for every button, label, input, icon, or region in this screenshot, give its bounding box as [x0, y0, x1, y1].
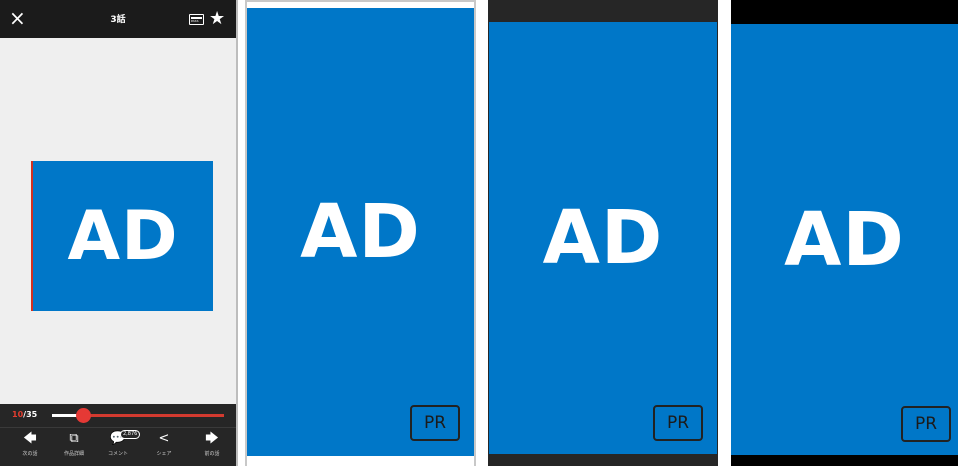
share-label: シェア: [156, 451, 172, 457]
comment-count-badge: 2,876: [120, 430, 141, 439]
favorite-star-icon[interactable]: ★: [209, 8, 225, 30]
pr-badge: PR: [901, 406, 951, 442]
fullscreen-ad-2[interactable]: AD PR: [489, 22, 717, 454]
divider: [0, 427, 236, 428]
page-slider-track[interactable]: [52, 408, 224, 423]
inline-ad-banner[interactable]: AD: [31, 161, 213, 311]
arrow-right-icon: 🡆: [205, 431, 219, 446]
current-page: 10: [12, 410, 24, 419]
share-icon: <: [158, 431, 170, 446]
fullscreen-ad-1[interactable]: AD PR: [247, 8, 474, 456]
ad-label: AD: [67, 196, 179, 276]
next-episode-button[interactable]: 🡄 次の話: [8, 432, 52, 462]
next-episode-label: 次の話: [22, 451, 38, 457]
share-button[interactable]: < シェア: [142, 432, 186, 462]
document-search-icon: ⧉: [69, 431, 79, 446]
fullscreen-ad-panel-1: AD PR: [245, 0, 476, 466]
ad-label: AD: [300, 189, 421, 275]
total-pages: /35: [23, 410, 38, 419]
page-slider-row: 10/35: [0, 404, 236, 426]
previous-episode-button[interactable]: 🡆 前の話: [190, 432, 234, 462]
fullscreen-ad-panel-2: AD PR: [488, 0, 718, 466]
arrow-left-icon: 🡄: [23, 431, 37, 446]
reader-bottom-bar: 10/35 🡄 次の話 ⧉ 作品詳細 💬 2,876 コメント < シェア 🡆 …: [0, 404, 236, 466]
reader-top-bar: × 3話 PASS ★: [0, 0, 236, 38]
reader-panel: × 3話 PASS ★ AD 10/35 🡄 次の話 ⧉ 作品詳細 💬 2,87…: [0, 0, 238, 466]
pass-icon[interactable]: PASS: [189, 14, 204, 25]
fullscreen-ad-panel-3: AD PR: [731, 0, 958, 466]
fullscreen-ad-3[interactable]: AD PR: [731, 24, 958, 455]
work-details-button[interactable]: ⧉ 作品詳細: [52, 432, 96, 462]
ad-label: AD: [784, 196, 905, 283]
comments-button[interactable]: 💬 2,876 コメント: [96, 430, 141, 462]
page-slider-thumb[interactable]: [75, 408, 91, 423]
page-counter: 10/35: [12, 410, 37, 419]
work-details-label: 作品詳細: [63, 451, 84, 457]
pr-badge: PR: [410, 405, 460, 441]
pass-icon-text: PASS: [191, 19, 199, 23]
previous-episode-label: 前の話: [204, 451, 220, 457]
pr-badge: PR: [653, 405, 703, 441]
ad-label: AD: [542, 195, 664, 281]
comments-label: コメント: [107, 451, 128, 457]
